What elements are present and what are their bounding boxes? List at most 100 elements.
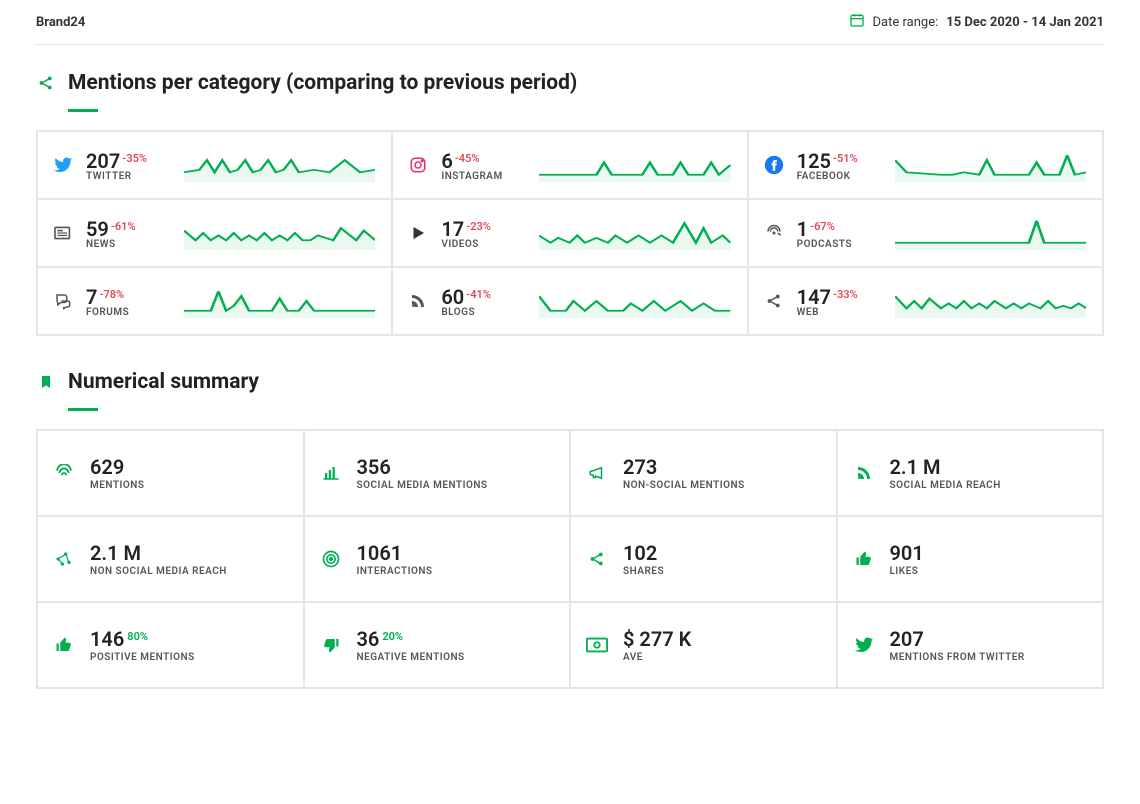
category-value: 6 xyxy=(441,149,452,173)
sparkline xyxy=(539,216,730,250)
category-cell-news: 59-61%NEWS xyxy=(37,199,392,267)
brand-name: Brand24 xyxy=(36,15,85,30)
mentions-icon xyxy=(52,464,76,482)
summary-label: INTERACTIONS xyxy=(357,566,433,577)
date-range-value: 15 Dec 2020 - 14 Jan 2021 xyxy=(946,15,1104,30)
forums-icon xyxy=(52,292,74,310)
summary-sup: 20% xyxy=(382,630,403,643)
section-underline xyxy=(68,109,98,112)
sparkline xyxy=(539,148,730,182)
category-grid: 207-35%TWITTER 6-45% INSTAGRAM 125-51% FACEB… xyxy=(36,130,1104,336)
category-pct: -67% xyxy=(810,220,835,233)
category-cell-podcasts: 1-67% PODCASTS xyxy=(748,199,1103,267)
summary-value: 2.1 M xyxy=(890,455,941,479)
summary-value: 36 xyxy=(357,627,380,651)
bookmark-icon xyxy=(36,373,56,391)
sparkline xyxy=(184,216,375,250)
summary-label: SOCIAL MEDIA REACH xyxy=(890,480,1001,491)
thumbup-icon xyxy=(52,636,76,654)
sparkline xyxy=(895,148,1086,182)
facebook-icon xyxy=(763,155,785,175)
section-underline xyxy=(68,408,98,411)
summary-cell-non-social-media-reach: 2.1 MNON SOCIAL MEDIA REACH xyxy=(37,516,304,602)
category-cell-blogs: 60-41%BLOGS xyxy=(392,267,747,335)
sparkline xyxy=(184,148,375,182)
sparkline xyxy=(895,216,1086,250)
twitter-g-icon xyxy=(852,635,876,655)
category-cell-web: 147-33%WEB xyxy=(748,267,1103,335)
summary-value: 273 xyxy=(623,455,657,479)
category-label: FORUMS xyxy=(86,307,172,318)
summary-cell-social-media-reach: 2.1 MSOCIAL MEDIA REACH xyxy=(837,430,1104,516)
summary-grid: 629MENTIONS356SOCIAL MEDIA MENTIONS273NO… xyxy=(36,429,1104,689)
twitter-icon xyxy=(52,155,74,175)
news-icon xyxy=(52,225,74,241)
calendar-icon xyxy=(849,12,865,32)
summary-label: MENTIONS xyxy=(90,480,144,491)
summary-value: 629 xyxy=(90,455,124,479)
category-value: 17 xyxy=(441,217,464,241)
section-head-summary: Numerical summary xyxy=(36,370,1104,394)
category-pct: -33% xyxy=(833,288,858,301)
summary-value: 102 xyxy=(623,541,657,565)
summary-value: 2.1 M xyxy=(90,541,141,565)
category-cell-twitter: 207-35%TWITTER xyxy=(37,131,392,199)
summary-value: 146 xyxy=(90,627,124,651)
megaphone-icon xyxy=(585,464,609,482)
rss-icon xyxy=(852,464,876,482)
category-cell-videos: 17-23%VIDEOS xyxy=(392,199,747,267)
sparkline xyxy=(184,284,375,318)
category-label: INSTAGRAM xyxy=(441,171,527,182)
summary-cell-mentions: 629MENTIONS xyxy=(37,430,304,516)
summary-label: SHARES xyxy=(623,566,664,577)
category-value: 125 xyxy=(797,149,831,173)
summary-cell-shares: 102SHARES xyxy=(570,516,837,602)
summary-cell-non-social-mentions: 273NON-SOCIAL MENTIONS xyxy=(570,430,837,516)
summary-sup: 80% xyxy=(127,630,148,643)
summary-value: 1061 xyxy=(357,541,403,565)
category-value: 7 xyxy=(86,285,97,309)
category-value: 1 xyxy=(797,217,808,241)
summary-value: $ 277 K xyxy=(623,627,691,651)
summary-label: NON SOCIAL MEDIA REACH xyxy=(90,566,227,577)
share-icon xyxy=(36,74,56,92)
category-value: 147 xyxy=(797,285,831,309)
summary-cell-negative-mentions: 3620%NEGATIVE MENTIONS xyxy=(304,602,571,688)
summary-cell-interactions: 1061INTERACTIONS xyxy=(304,516,571,602)
target-icon xyxy=(319,549,343,569)
summary-cell-positive-mentions: 14680%POSITIVE MENTIONS xyxy=(37,602,304,688)
category-cell-forums: 7-78%FORUMS xyxy=(37,267,392,335)
category-pct: -35% xyxy=(122,152,147,165)
summary-value: 356 xyxy=(357,455,391,479)
summary-cell-ave: $ 277 KAVE xyxy=(570,602,837,688)
category-pct: -51% xyxy=(833,152,858,165)
category-cell-facebook: 125-51% FACEBOOK xyxy=(748,131,1103,199)
web-icon xyxy=(763,292,785,310)
category-value: 59 xyxy=(86,217,109,241)
sparkline xyxy=(895,284,1086,318)
category-cell-instagram: 6-45% INSTAGRAM xyxy=(392,131,747,199)
bars-icon xyxy=(319,464,343,482)
category-pct: -23% xyxy=(466,220,491,233)
category-label: FACEBOOK xyxy=(797,171,883,182)
section-title-categories: Mentions per category (comparing to prev… xyxy=(68,71,577,95)
sparkline xyxy=(539,284,730,318)
category-label: PODCASTS xyxy=(797,239,883,250)
summary-label: SOCIAL MEDIA MENTIONS xyxy=(357,480,488,491)
summary-label: NON-SOCIAL MENTIONS xyxy=(623,480,745,491)
videos-icon xyxy=(407,224,429,242)
category-pct: -45% xyxy=(455,152,480,165)
date-range: Date range: 15 Dec 2020 - 14 Jan 2021 xyxy=(849,12,1104,32)
summary-label: MENTIONS FROM TWITTER xyxy=(890,652,1025,663)
summary-value: 901 xyxy=(890,541,924,565)
date-range-label: Date range: xyxy=(873,15,939,30)
summary-cell-mentions-from-twitter: 207MENTIONS FROM TWITTER xyxy=(837,602,1104,688)
summary-cell-social-media-mentions: 356SOCIAL MEDIA MENTIONS xyxy=(304,430,571,516)
thumbdown-icon xyxy=(319,636,343,654)
network-icon xyxy=(52,549,76,569)
summary-label: LIKES xyxy=(890,566,924,577)
category-pct: -41% xyxy=(466,288,491,301)
instagram-icon xyxy=(407,156,429,174)
category-value: 60 xyxy=(441,285,464,309)
summary-value: 207 xyxy=(890,627,924,651)
